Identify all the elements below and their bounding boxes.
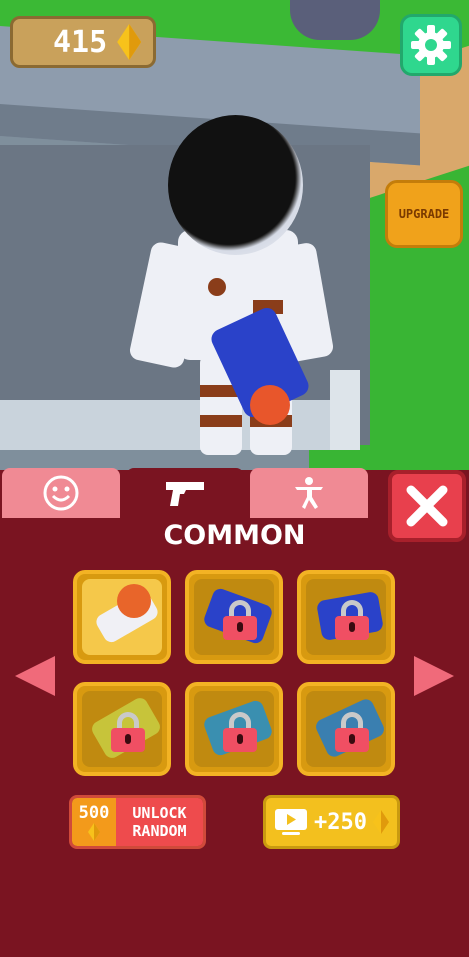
lock-icon (223, 712, 257, 752)
diamond-gem-icon (117, 24, 141, 60)
tv-play-icon (275, 809, 307, 835)
currency-counter: 415 (10, 16, 156, 68)
tab-emotes[interactable] (250, 468, 368, 518)
weapon-slot[interactable] (185, 682, 283, 776)
weapon-slot[interactable] (185, 570, 283, 664)
unlock-label-line1: UNLOCK (132, 804, 187, 822)
ad-reward-amount: +250 (314, 809, 367, 835)
section-title: COMMON (163, 520, 306, 551)
previous-page-arrow-icon[interactable] (15, 656, 55, 696)
unlock-label-line2: RANDOM (132, 822, 187, 840)
weapon-drum (117, 584, 151, 618)
player-character (128, 115, 335, 470)
next-page-arrow-icon[interactable] (414, 656, 454, 696)
lock-icon (223, 600, 257, 640)
character-helmet (168, 115, 303, 255)
upgrade-button[interactable]: UPGRADE (385, 180, 463, 248)
pistol-icon (166, 482, 204, 506)
background-bush (290, 0, 380, 40)
weapon-slot[interactable] (297, 682, 395, 776)
settings-button[interactable] (400, 14, 462, 76)
weapon-slot[interactable] (73, 682, 171, 776)
lock-icon (335, 712, 369, 752)
leg-band (200, 415, 242, 427)
weapon-slot[interactable] (297, 570, 395, 664)
unlock-random-button[interactable]: 500 UNLOCK RANDOM (69, 795, 206, 849)
unlock-price: 500 (72, 798, 116, 846)
upgrade-label: UPGRADE (398, 207, 450, 221)
blaster-barrel (250, 385, 290, 425)
suit-patch (208, 278, 226, 296)
pose-figure-icon (295, 477, 323, 509)
lock-icon (335, 600, 369, 640)
currency-amount: 415 (53, 24, 108, 60)
tab-faces[interactable] (2, 468, 120, 518)
diamond-gem-icon (88, 823, 100, 841)
gear-icon (411, 25, 451, 65)
building-step-side (330, 370, 360, 450)
tab-weapons[interactable] (126, 468, 244, 518)
diamond-gem-icon (373, 810, 389, 834)
lock-icon (111, 712, 145, 752)
unlock-price-amount: 500 (78, 803, 110, 823)
weapon-slot[interactable] (73, 570, 171, 664)
smiley-face-icon (43, 475, 79, 511)
watch-ad-button[interactable]: +250 (263, 795, 400, 849)
unlock-random-text: UNLOCK RANDOM (116, 798, 203, 846)
